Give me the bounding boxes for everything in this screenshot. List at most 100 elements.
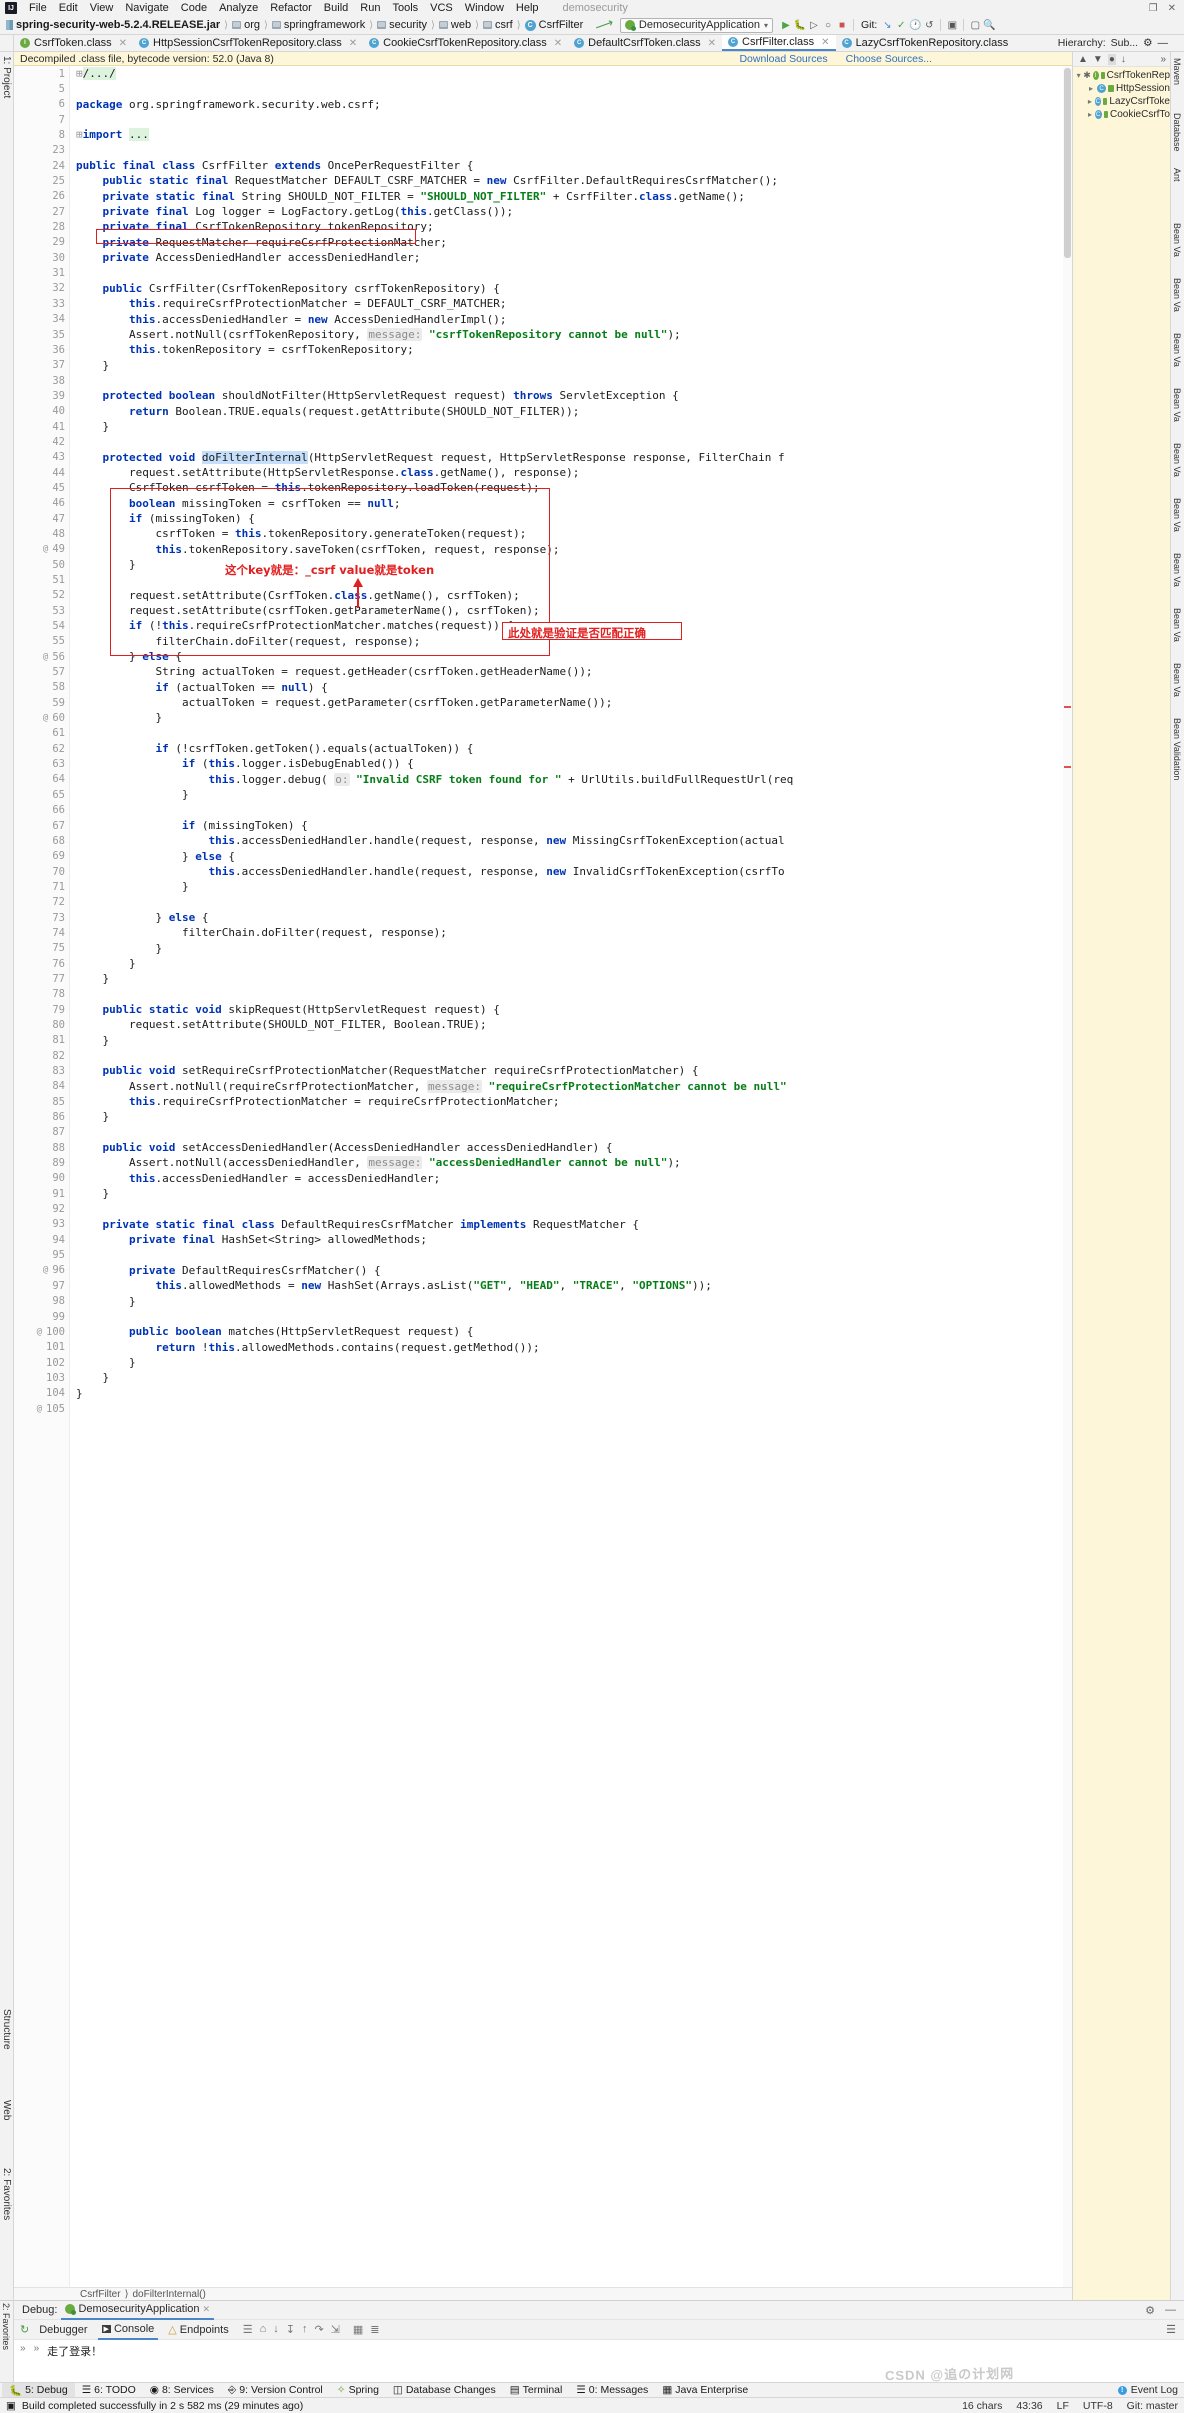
right-tool-strip-item[interactable]: Bean Va bbox=[1172, 443, 1182, 477]
gutter-line-number[interactable]: 61 bbox=[14, 726, 69, 741]
close-icon[interactable]: ✕ bbox=[119, 38, 127, 49]
gutter-line-number[interactable]: 39 bbox=[14, 388, 69, 403]
hierarchy-node-cookiecsrftoken[interactable]: ▸ C CookieCsrfTo bbox=[1073, 108, 1170, 121]
hierarchy-node-lazycsrftoken[interactable]: ▸ C LazyCsrfToke bbox=[1073, 95, 1170, 108]
gutter-line-number[interactable]: 69 bbox=[14, 849, 69, 864]
right-tool-strip-item[interactable]: Bean Va bbox=[1172, 663, 1182, 697]
editor-gutter[interactable]: 1 5 6 7 8 23 24 25 26 27 28 29 30 31 32 33 34 35 36 37 38 39 4… bbox=[14, 66, 70, 2287]
gutter-line-number[interactable]: @60 bbox=[14, 710, 69, 725]
editor-scrollbar[interactable] bbox=[1063, 66, 1072, 2287]
gutter-line-number[interactable]: 54 bbox=[14, 618, 69, 633]
open-terminal-icon[interactable]: ▢ bbox=[968, 18, 982, 32]
gutter-line-number[interactable]: @56 bbox=[14, 649, 69, 664]
gutter-line-number[interactable]: 1 bbox=[14, 66, 69, 81]
minimize-icon[interactable]: — bbox=[1158, 37, 1169, 49]
tool-window-services[interactable]: ◉ 8: Services bbox=[143, 2383, 221, 2398]
gutter-line-number[interactable]: 86 bbox=[14, 1109, 69, 1124]
gutter-line-number[interactable]: 46 bbox=[14, 496, 69, 511]
gutter-line-number[interactable]: 53 bbox=[14, 603, 69, 618]
tool-window-version-control[interactable]: ⎆ 9: Version Control bbox=[221, 2383, 330, 2398]
close-icon[interactable]: ✕ bbox=[1168, 3, 1176, 14]
download-sources-link[interactable]: Download Sources bbox=[739, 53, 827, 65]
run-icon[interactable]: ▶ bbox=[779, 18, 793, 32]
sort-alphabetically-icon[interactable]: ↓ bbox=[1121, 54, 1126, 65]
gutter-line-number[interactable]: 37 bbox=[14, 358, 69, 373]
gear-icon[interactable]: ⚙ bbox=[1145, 2304, 1155, 2317]
editor-tab-defaultcsrftoken[interactable]: C DefaultCsrfToken.class ✕ bbox=[568, 35, 722, 51]
gutter-line-number[interactable]: 52 bbox=[14, 588, 69, 603]
chevron-down-icon[interactable]: ▾ bbox=[1076, 71, 1081, 80]
gutter-line-number[interactable]: 23 bbox=[14, 143, 69, 158]
event-log-area[interactable]: ! Event Log bbox=[1117, 2384, 1184, 2396]
show-supertypes-icon[interactable]: ▲ bbox=[1078, 54, 1088, 65]
breadcrumb-item-org[interactable]: org bbox=[230, 19, 262, 31]
tool-window-java-enterprise[interactable]: ▦ Java Enterprise bbox=[655, 2383, 755, 2398]
settings-icon[interactable]: ≣ bbox=[370, 2323, 379, 2336]
gutter-line-number[interactable]: 82 bbox=[14, 1048, 69, 1063]
gutter-line-number[interactable]: 81 bbox=[14, 1033, 69, 1048]
gutter-line-number[interactable]: 40 bbox=[14, 404, 69, 419]
gutter-line-number[interactable]: 66 bbox=[14, 803, 69, 818]
gutter-line-number[interactable]: 50 bbox=[14, 557, 69, 572]
gutter-line-number[interactable]: 93 bbox=[14, 1217, 69, 1232]
navigate-back-icon[interactable]: ⟶ bbox=[593, 14, 616, 35]
gutter-line-number[interactable]: 27 bbox=[14, 204, 69, 219]
right-tool-strip-item[interactable]: Bean Va bbox=[1172, 223, 1182, 257]
gutter-line-number[interactable]: 31 bbox=[14, 265, 69, 280]
menu-item-build[interactable]: Build bbox=[318, 2, 354, 14]
gutter-line-number[interactable]: 67 bbox=[14, 818, 69, 833]
breadcrumb-item-web[interactable]: web bbox=[437, 19, 473, 31]
tool-window-messages[interactable]: ☰ 0: Messages bbox=[569, 2383, 655, 2398]
run-with-coverage-icon[interactable]: ▷ bbox=[807, 18, 821, 32]
gutter-line-number[interactable]: 47 bbox=[14, 511, 69, 526]
gutter-line-number[interactable]: 24 bbox=[14, 158, 69, 173]
editor-tab-cookiecsrftokenrepository[interactable]: C CookieCsrfTokenRepository.class ✕ bbox=[363, 35, 568, 51]
sidebar-item-favorites[interactable]: 2: Favorites bbox=[1, 2303, 11, 2350]
gutter-line-number[interactable]: 5 bbox=[14, 81, 69, 96]
gutter-line-number[interactable]: 78 bbox=[14, 987, 69, 1002]
tool-window-database-changes[interactable]: ◫ Database Changes bbox=[386, 2383, 503, 2398]
gutter-line-number[interactable]: 98 bbox=[14, 1294, 69, 1309]
restore-icon[interactable]: ❐ bbox=[1149, 3, 1158, 14]
gutter-line-number[interactable]: 91 bbox=[14, 1186, 69, 1201]
gutter-line-number[interactable]: 38 bbox=[14, 373, 69, 388]
menu-item-file[interactable]: File bbox=[23, 2, 53, 14]
expand-icon[interactable]: » bbox=[20, 2343, 26, 2354]
gutter-line-number[interactable]: 29 bbox=[14, 235, 69, 250]
chevron-down-icon[interactable]: ▾ bbox=[764, 21, 768, 30]
gutter-line-number[interactable]: 71 bbox=[14, 879, 69, 894]
gutter-line-number[interactable]: 84 bbox=[14, 1079, 69, 1094]
run-to-cursor-icon[interactable]: ⇲ bbox=[331, 2323, 340, 2336]
gutter-line-number[interactable]: 88 bbox=[14, 1140, 69, 1155]
code-text[interactable]: ⊞/.../ package org.springframework.secur… bbox=[70, 66, 1072, 2287]
gutter-line-number[interactable]: 80 bbox=[14, 1017, 69, 1032]
gutter-line-number[interactable]: 48 bbox=[14, 526, 69, 541]
gutter-line-number[interactable]: 89 bbox=[14, 1155, 69, 1170]
step-over-icon[interactable]: ⌂ bbox=[260, 2323, 267, 2336]
sidebar-item-web[interactable]: Web bbox=[1, 2100, 12, 2120]
gutter-line-number[interactable]: 42 bbox=[14, 434, 69, 449]
right-tool-strip-item[interactable]: Bean Va bbox=[1172, 278, 1182, 312]
gutter-line-number[interactable]: 68 bbox=[14, 833, 69, 848]
chevron-right-icon[interactable]: ▸ bbox=[1087, 84, 1095, 93]
gutter-line-number[interactable]: 62 bbox=[14, 741, 69, 756]
hierarchy-node-httpsession[interactable]: ▸ C HttpSession bbox=[1073, 82, 1170, 95]
menu-item-run[interactable]: Run bbox=[354, 2, 386, 14]
file-encoding[interactable]: UTF-8 bbox=[1083, 2400, 1113, 2412]
gutter-line-number[interactable]: 7 bbox=[14, 112, 69, 127]
gutter-line-number[interactable]: 72 bbox=[14, 895, 69, 910]
editor-tab-csrffilter[interactable]: C CsrfFilter.class ✕ bbox=[722, 35, 836, 51]
gutter-line-number[interactable]: 85 bbox=[14, 1094, 69, 1109]
console-options-icon[interactable]: ☰ bbox=[1166, 2323, 1184, 2336]
breadcrumb-item-csrf[interactable]: csrf bbox=[481, 19, 515, 31]
right-tool-strip-item[interactable]: Bean Va bbox=[1172, 388, 1182, 422]
tool-window-spring[interactable]: ✧ Spring bbox=[330, 2383, 386, 2398]
right-tool-strip-item[interactable]: Bean Validation bbox=[1172, 718, 1182, 780]
gutter-line-number[interactable]: 34 bbox=[14, 312, 69, 327]
error-stripe-mark[interactable] bbox=[1064, 766, 1071, 768]
gutter-line-number[interactable]: 97 bbox=[14, 1278, 69, 1293]
right-tool-strip-item[interactable]: Bean Va bbox=[1172, 553, 1182, 587]
right-tool-strip-item[interactable]: Database bbox=[1172, 113, 1182, 152]
gutter-line-number[interactable]: 77 bbox=[14, 971, 69, 986]
gutter-line-number[interactable]: 99 bbox=[14, 1309, 69, 1324]
